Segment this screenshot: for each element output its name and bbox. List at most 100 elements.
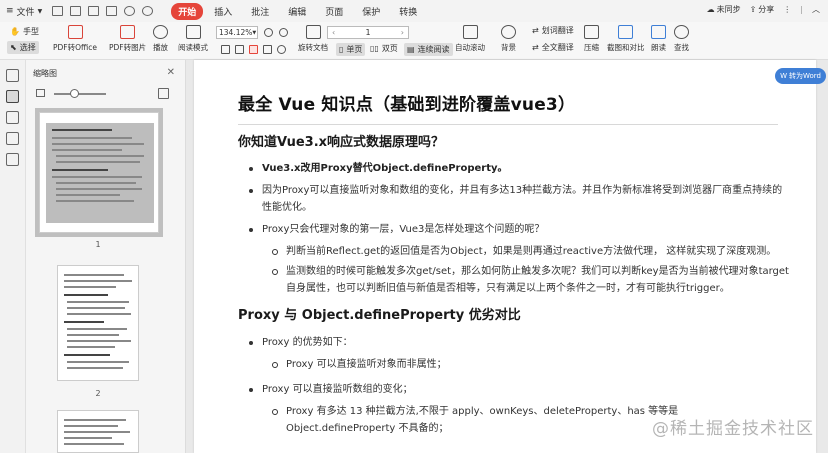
tab-page[interactable]: 页面 — [317, 3, 351, 20]
thumbnail-text-line — [64, 274, 124, 276]
menu-right-tools: ☁ 未同步 ⇪ 分享 ⋮ | ︿ — [707, 4, 820, 15]
save-icon[interactable] — [70, 6, 82, 16]
print-icon[interactable] — [88, 6, 100, 16]
find-button[interactable]: 查找 — [674, 25, 689, 53]
compress-button[interactable]: 压缩 — [584, 25, 599, 53]
page-thumbnail-3[interactable] — [57, 410, 139, 453]
tab-insert[interactable]: 插入 — [206, 3, 240, 20]
close-icon[interactable]: ✕ — [167, 67, 175, 78]
attachment-icon[interactable] — [6, 132, 19, 145]
sync-status[interactable]: ☁ 未同步 — [707, 4, 741, 15]
share-button[interactable]: ⇪ 分享 — [750, 4, 775, 15]
convert-to-word-label: 转为Word — [789, 72, 821, 80]
tab-convert[interactable]: 转换 — [391, 3, 425, 20]
continuous-label: 连续阅读 — [417, 45, 450, 54]
page-thumbnail-1[interactable] — [35, 108, 163, 237]
page-thumbnail-2[interactable] — [57, 265, 139, 381]
signature-icon[interactable] — [6, 153, 19, 166]
hand-tool-button[interactable]: ✋ 手型 — [10, 26, 39, 37]
continuous-read-button[interactable]: ▤ 连续阅读 — [404, 43, 453, 56]
tab-protect[interactable]: 保护 — [354, 3, 388, 20]
rotate-document-button[interactable]: 旋转文档 — [298, 25, 328, 53]
thumbnail-text-line — [56, 155, 144, 157]
file-menu[interactable]: ≡ 文件 ▼ — [6, 5, 42, 18]
play-button[interactable]: 播放 — [153, 25, 168, 53]
read-aloud-label: 朗读 — [651, 43, 666, 52]
comment-icon[interactable] — [6, 111, 19, 124]
watermark: @稀土掘金技术社区 — [652, 419, 814, 439]
divider: | — [800, 5, 803, 14]
print-preview-icon[interactable] — [106, 6, 118, 16]
document-viewport[interactable]: 最全 Vue 知识点（基础到进阶覆盖vue3） 你知道Vue3.x响应式数据原理… — [186, 60, 828, 453]
zoom-in-icon[interactable] — [264, 28, 273, 37]
menu-bar: ≡ 文件 ▼ 开始 插入 批注 编辑 页面 保护 转换 ☁ 未同步 ⇪ 分享 ⋮… — [0, 0, 828, 22]
thumbnail-size-slider[interactable] — [54, 93, 106, 95]
undo-icon[interactable] — [124, 6, 136, 16]
thumbnail-text-line — [64, 294, 108, 296]
thumbnail-text-line — [67, 307, 125, 309]
screenshot-compare-button[interactable]: 截图和对比 — [607, 25, 645, 53]
more-icon[interactable]: ⋮ — [783, 5, 791, 14]
fit-page-icon[interactable] — [221, 45, 230, 54]
double-page-button[interactable]: ▯▯ 双页 — [370, 43, 398, 54]
play-icon — [153, 25, 168, 39]
background-button[interactable]: 背景 — [501, 25, 516, 53]
zoom-select[interactable]: 134.12% ▼ — [216, 26, 258, 39]
convert-to-word-button[interactable]: W 转为Word — [775, 68, 826, 84]
slider-handle[interactable] — [70, 89, 79, 98]
thumbnail-text-line — [67, 361, 129, 363]
thumbnail-text-line — [64, 280, 132, 282]
document-title: 最全 Vue 知识点（基础到进阶覆盖vue3） — [238, 95, 576, 115]
thumbnail-text-line — [52, 149, 122, 151]
double-page-label: 双页 — [381, 44, 398, 53]
fit-width-icon[interactable] — [235, 45, 244, 54]
cursor-icon: ⬉ — [10, 43, 17, 52]
thumbnail-text-line — [64, 431, 130, 433]
thumbnail-icon[interactable] — [6, 90, 19, 103]
rotate-left-icon[interactable] — [263, 45, 272, 54]
page-number-value: 1 — [365, 28, 371, 37]
sub-list-text-cont: Object.defineProperty 不具备的； — [286, 423, 449, 434]
full-translate-button[interactable]: ⇄ 全文翻译 — [532, 42, 574, 53]
actual-size-icon[interactable] — [249, 45, 258, 54]
thumbnail-text-line — [52, 143, 144, 145]
single-page-button[interactable]: ▯ 单页 — [336, 43, 366, 56]
pdf-to-image-label: PDF转图片 — [109, 43, 147, 52]
pdf-to-image-button[interactable]: PDF转图片 — [109, 25, 146, 53]
pdf-to-office-button[interactable]: PDF转Office — [53, 25, 97, 53]
auto-scroll-button[interactable]: 自动滚动 — [455, 25, 485, 53]
thumbnail-text-line — [64, 425, 118, 427]
read-mode-button[interactable]: 阅读模式 — [178, 25, 208, 53]
ribbon-toolbar: ✋ 手型 ⬉ 选择 PDF转Office PDF转图片 播放 阅读模式 134.… — [0, 22, 828, 60]
select-tool-button[interactable]: ⬉ 选择 — [7, 41, 39, 54]
tab-comment[interactable]: 批注 — [243, 3, 277, 20]
thumbnail-text-line — [67, 328, 127, 330]
quick-access-toolbar — [52, 6, 154, 16]
collapse-icon[interactable]: ︿ — [812, 4, 820, 15]
word-translate-label: 划词翻译 — [541, 26, 574, 35]
redo-icon[interactable] — [142, 6, 154, 16]
tab-start[interactable]: 开始 — [171, 2, 204, 20]
hamburger-icon: ≡ — [6, 6, 14, 16]
zoom-out-icon[interactable] — [279, 28, 288, 37]
thumbnail-text-line — [67, 313, 131, 315]
read-aloud-button[interactable]: 朗读 — [651, 25, 666, 53]
single-page-icon: ▯ — [339, 45, 344, 54]
rotate-right-icon[interactable] — [277, 45, 286, 54]
sub-list-item: Proxy 可以直接监听对象而非属性； — [238, 356, 790, 373]
word-icon: W — [780, 72, 787, 80]
bookmark-icon[interactable] — [6, 69, 19, 82]
grid-view-icon[interactable] — [158, 88, 169, 99]
page-number-input[interactable]: ‹ 1 › — [327, 26, 409, 39]
word-translate-button[interactable]: ⇄ 划词翻译 — [532, 25, 574, 36]
moon-icon — [501, 25, 516, 39]
auto-scroll-label: 自动滚动 — [455, 43, 485, 52]
tab-edit[interactable]: 编辑 — [280, 3, 314, 20]
thumbnail-panel: 缩略图 ✕ 1 2 — [26, 60, 186, 453]
open-folder-icon[interactable] — [52, 6, 64, 16]
prev-page-icon[interactable]: ‹ — [332, 28, 335, 37]
next-page-icon[interactable]: › — [401, 28, 404, 37]
thumbnail-text-line — [64, 286, 116, 288]
list-item: Vue3.x改用Proxy替代Object.defineProperty。 — [238, 160, 790, 177]
book-icon — [185, 25, 201, 39]
